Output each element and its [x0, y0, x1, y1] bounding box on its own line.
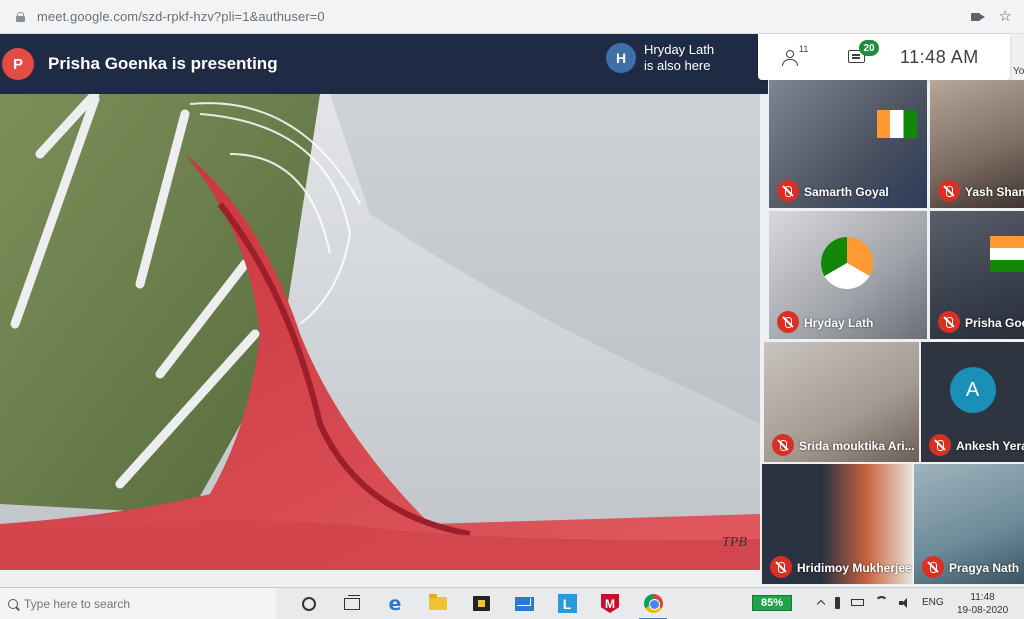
- store-button[interactable]: [471, 594, 491, 614]
- mic-off-icon: [777, 180, 799, 202]
- mic-off-icon: [938, 180, 960, 202]
- presenter-title: Prisha Goenka is presenting: [48, 54, 278, 73]
- chevron-up-icon[interactable]: [816, 599, 826, 609]
- chat-count-badge: 20: [859, 40, 879, 56]
- participant-name: Ankesh Yera: [956, 439, 1024, 453]
- participant-tile[interactable]: A Ankesh Yera: [921, 342, 1024, 462]
- roller-coaster-video: TPB: [0, 94, 760, 570]
- chat-button[interactable]: 20: [848, 40, 879, 66]
- store-icon: [472, 596, 490, 611]
- presenter-avatar: P: [2, 48, 34, 80]
- meeting-clock: 11:48 AM: [900, 46, 979, 67]
- volume-icon[interactable]: [899, 597, 911, 608]
- flag-graphic: [990, 236, 1024, 272]
- folder-icon: [429, 594, 447, 610]
- participant-name: Samarth Goyal: [804, 185, 889, 199]
- language-indicator[interactable]: ENG: [922, 597, 944, 608]
- participant-name: Yash Shan: [965, 185, 1024, 199]
- participant-tile[interactable]: Pragya Nath: [914, 464, 1024, 584]
- participant-name: Hryday Lath: [804, 316, 874, 330]
- participant-tile[interactable]: Samarth Goyal: [769, 80, 927, 208]
- mcafee-icon: M: [601, 594, 619, 613]
- system-tray: ENG: [816, 596, 944, 609]
- participant-name: Pragya Nath: [949, 561, 1020, 575]
- mcafee-button[interactable]: M: [600, 594, 620, 614]
- participant-tile[interactable]: Hryday Lath: [769, 211, 927, 339]
- task-view-icon: [344, 594, 360, 610]
- star-icon[interactable]: ☆: [999, 9, 1012, 24]
- participant-avatar: A: [949, 367, 996, 413]
- taskbar-search-input[interactable]: [24, 596, 254, 611]
- participant-name: Srida mouktika Ari...: [799, 439, 915, 453]
- taskbar-time: 11:48: [970, 592, 995, 603]
- mic-off-icon: [772, 434, 794, 456]
- l-app-button[interactable]: L: [557, 594, 577, 614]
- mail-icon: [514, 596, 534, 611]
- cortana-button[interactable]: [299, 594, 319, 614]
- participant-tile[interactable]: Prisha Goe: [930, 211, 1024, 339]
- you-label: Yo: [1013, 66, 1024, 77]
- people-button[interactable]: 11: [782, 44, 808, 66]
- wifi-icon[interactable]: [875, 596, 888, 609]
- also-here-notice: H Hryday Lath is also here: [606, 42, 714, 74]
- taskbar-date: 19-08-2020: [957, 605, 1009, 616]
- participant-tile[interactable]: Srida mouktika Ari...: [764, 342, 919, 462]
- windows-taskbar: e L M 85% ENG 11:48 19-08-2020: [0, 587, 1024, 619]
- l-app-icon: L: [557, 594, 577, 613]
- search-icon: [8, 598, 18, 609]
- meeting-info-bar: 11 20 11:48 AM: [758, 34, 1010, 80]
- mic-off-icon: [938, 311, 960, 333]
- taskbar-clock[interactable]: 11:48 19-08-2020: [957, 591, 1008, 617]
- video-watermark: TPB: [722, 535, 747, 550]
- address-bar-icons: ☆: [970, 9, 1012, 24]
- participant-tile[interactable]: Hridimoy Mukherjee: [762, 464, 912, 584]
- mic-off-icon: [777, 311, 799, 333]
- also-here-caption: is also here: [644, 58, 711, 73]
- lock-icon: [16, 11, 25, 22]
- presenter-bar: P Prisha Goenka is presenting H Hryday L…: [0, 34, 768, 94]
- also-here-avatar: H: [606, 43, 636, 73]
- mic-off-icon: [929, 434, 951, 456]
- camera-icon[interactable]: [970, 12, 985, 22]
- people-count: 11: [799, 44, 809, 54]
- battery-indicator[interactable]: 85%: [752, 595, 792, 611]
- participant-tile[interactable]: Yash Shan: [930, 80, 1024, 208]
- participant-name: Prisha Goe: [965, 316, 1024, 330]
- tricolor-fan: [821, 237, 873, 289]
- task-view-button[interactable]: [342, 594, 362, 614]
- file-explorer-button[interactable]: [428, 594, 448, 614]
- usb-icon[interactable]: [835, 596, 840, 609]
- mail-button[interactable]: [514, 594, 534, 614]
- flag-graphic: [877, 110, 917, 138]
- address-bar[interactable]: meet.google.com/szd-rpkf-hzv?pli=1&authu…: [0, 0, 1024, 34]
- edge-button[interactable]: e: [385, 592, 405, 615]
- chrome-icon: [643, 594, 663, 613]
- person-head-icon: [786, 50, 794, 58]
- cortana-icon: [302, 596, 316, 611]
- url-text[interactable]: meet.google.com/szd-rpkf-hzv?pli=1&authu…: [37, 9, 325, 24]
- participant-name: Hridimoy Mukherjee: [797, 561, 912, 575]
- person-body-icon: [782, 59, 798, 66]
- taskbar-search[interactable]: [0, 587, 276, 619]
- presentation-stage[interactable]: TPB: [0, 94, 760, 570]
- mic-off-icon: [770, 556, 792, 578]
- edge-icon: e: [388, 592, 402, 615]
- also-here-name: Hryday Lath: [644, 42, 715, 57]
- mic-off-icon: [922, 556, 944, 578]
- battery-icon[interactable]: [851, 599, 864, 606]
- chrome-button[interactable]: [639, 594, 667, 619]
- also-here-text: Hryday Lath is also here: [644, 42, 714, 74]
